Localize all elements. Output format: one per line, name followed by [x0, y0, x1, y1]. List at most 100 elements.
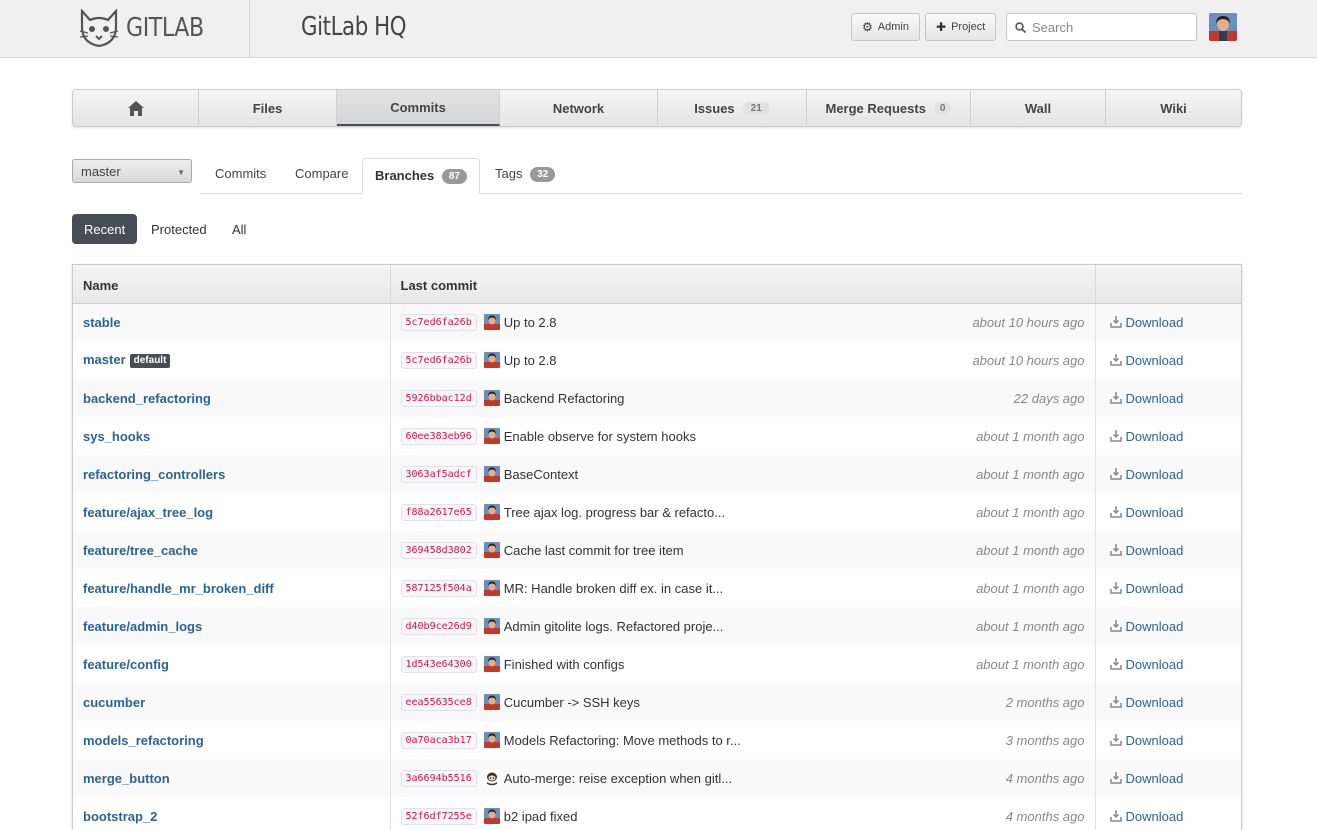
commit-sha-link[interactable]: 369458d3802	[400, 541, 477, 559]
branch-name-link[interactable]: feature/ajax_tree_log	[83, 505, 213, 520]
gitlab-logo[interactable]: GITLAB	[78, 8, 217, 48]
download-link[interactable]: Download	[1109, 353, 1242, 368]
commit-time: about 1 month ago	[976, 428, 1085, 444]
tags-count-badge: 32	[530, 167, 556, 182]
commit-author-avatar	[483, 694, 500, 710]
search-input[interactable]	[1032, 19, 1182, 35]
col-header-actions	[1095, 265, 1241, 304]
branch-name-link[interactable]: feature/handle_mr_broken_diff	[83, 581, 274, 596]
commit-sha-link[interactable]: 5926bbac12d	[400, 389, 477, 407]
tab-commits[interactable]: Commits	[337, 90, 500, 126]
download-link[interactable]: Download	[1109, 390, 1242, 406]
tab-network-label: Network	[552, 100, 605, 116]
commit-time: about 10 hours ago	[972, 352, 1085, 368]
commit-sha-link[interactable]: 587125f504a	[400, 579, 477, 597]
filter-recent[interactable]: Recent	[72, 214, 138, 244]
commit-sha-link[interactable]: eea55635ce8	[400, 693, 477, 711]
commit-message[interactable]: Finished with configs	[504, 657, 976, 672]
download-link[interactable]: Download	[1109, 581, 1242, 596]
table-row: sys_hooks 60ee383eb96 Enable observe for s…	[73, 417, 1241, 455]
commit-message[interactable]: b2 ipad fixed	[504, 809, 1006, 824]
download-label: Download	[1125, 314, 1184, 330]
commit-sha-link[interactable]: 52f6df7255e	[400, 807, 477, 825]
commit-sha-link[interactable]: 3a6694b5516	[400, 769, 477, 787]
commit-message[interactable]: Enable observe for system hooks	[504, 429, 976, 444]
download-link[interactable]: Download	[1109, 429, 1242, 444]
commit-sha-link[interactable]: f88a2617e65	[400, 503, 477, 521]
branch-name-link[interactable]: feature/config	[83, 657, 169, 672]
tab-network[interactable]: Network	[500, 90, 658, 126]
tab-files[interactable]: Files	[199, 90, 337, 126]
commit-message[interactable]: Up to 2.8	[504, 315, 973, 330]
tab-merge-requests[interactable]: Merge Requests 0	[807, 90, 971, 126]
commit-message[interactable]: Models Refactoring: Move methods to r...	[504, 733, 1006, 748]
last-commit-cell: eea55635ce8 Cucumber -> SSH keys 2 months …	[390, 683, 1096, 721]
last-commit-cell: 3063af5adcf BaseContext about 1 month ago	[390, 455, 1096, 493]
branch-name-link[interactable]: sys_hooks	[83, 429, 150, 444]
download-link[interactable]: Download	[1109, 733, 1242, 748]
project-title[interactable]: GitLab HQ	[301, 12, 407, 42]
commit-message[interactable]: Cache last commit for tree item	[504, 543, 976, 558]
subtab-compare[interactable]: Compare	[295, 166, 348, 181]
filter-all[interactable]: All	[220, 214, 258, 244]
branch-name-link[interactable]: feature/admin_logs	[83, 619, 202, 634]
download-label: Download	[1125, 618, 1184, 634]
commit-author-avatar	[483, 428, 500, 444]
commit-sha-link[interactable]: d40b9ce26d9	[400, 617, 477, 635]
subtab-commits[interactable]: Commits	[215, 166, 266, 181]
download-link[interactable]: Download	[1109, 809, 1242, 824]
download-icon	[1109, 658, 1122, 670]
download-link[interactable]: Download	[1109, 314, 1242, 330]
branches-table: Name Last commit stable 5c7ed6fa26b Up to …	[72, 264, 1242, 830]
commit-sha-link[interactable]: 5c7ed6fa26b	[400, 313, 477, 331]
download-link[interactable]: Download	[1109, 695, 1242, 710]
commit-sha-link[interactable]: 1d543e64300	[400, 655, 477, 673]
tab-issues[interactable]: Issues 21	[658, 90, 807, 126]
new-project-button[interactable]: ✚ Project	[925, 13, 997, 41]
actions-cell: Download	[1095, 797, 1241, 830]
user-avatar[interactable]	[1209, 13, 1237, 41]
commit-sha-link[interactable]: 60ee383eb96	[400, 427, 477, 445]
branch-name-link[interactable]: refactoring_controllers	[83, 467, 225, 482]
download-label: Download	[1125, 390, 1184, 406]
download-link[interactable]: Download	[1109, 771, 1242, 786]
branch-name-link[interactable]: master	[83, 352, 126, 367]
tab-home[interactable]	[73, 90, 199, 126]
commit-message[interactable]: MR: Handle broken diff ex. in case it...	[504, 581, 976, 596]
commit-message[interactable]: Auto-merge: reise exception when gitl...	[504, 771, 1006, 786]
download-link[interactable]: Download	[1109, 543, 1242, 558]
tab-wall[interactable]: Wall	[971, 90, 1106, 126]
commit-sha-link[interactable]: 5c7ed6fa26b	[400, 351, 477, 369]
download-link[interactable]: Download	[1109, 467, 1242, 482]
commit-message[interactable]: BaseContext	[504, 467, 976, 482]
branch-name-link[interactable]: cucumber	[83, 695, 145, 710]
tab-wiki[interactable]: Wiki	[1106, 90, 1241, 126]
commit-sha-link[interactable]: 3063af5adcf	[400, 465, 477, 483]
commit-time: about 1 month ago	[976, 580, 1085, 596]
branch-name-cell: feature/ajax_tree_log	[73, 493, 391, 531]
download-link[interactable]: Download	[1109, 505, 1242, 520]
commit-message[interactable]: Tree ajax log. progress bar & refacto...	[504, 505, 976, 520]
download-link[interactable]: Download	[1109, 657, 1242, 672]
download-icon	[1109, 734, 1122, 746]
commit-message[interactable]: Admin gitolite logs. Refactored proje...	[504, 619, 976, 634]
commit-message[interactable]: Backend Refactoring	[504, 391, 1014, 406]
branch-name-link[interactable]: backend_refactoring	[83, 391, 211, 406]
download-link[interactable]: Download	[1109, 618, 1242, 634]
admin-button[interactable]: ⚙ Admin	[851, 13, 920, 41]
branch-name-link[interactable]: feature/tree_cache	[83, 543, 198, 558]
branch-name-link[interactable]: merge_button	[83, 771, 170, 786]
branch-name-link[interactable]: stable	[83, 315, 121, 330]
branch-name-link[interactable]: models_refactoring	[83, 733, 204, 748]
commit-sha-link[interactable]: 0a70aca3b17	[400, 731, 477, 749]
branch-select[interactable]: master ▼	[72, 159, 192, 183]
subtab-tags[interactable]: Tags 32	[495, 166, 556, 183]
commit-message[interactable]: Up to 2.8	[504, 353, 973, 368]
subtabs-divider	[200, 193, 1242, 194]
search-box[interactable]	[1006, 13, 1197, 41]
subtab-branches[interactable]: Branches 87	[362, 158, 480, 194]
filter-protected[interactable]: Protected	[139, 214, 219, 244]
commit-message[interactable]: Cucumber -> SSH keys	[504, 695, 1006, 710]
branch-name-cell: feature/config	[73, 645, 391, 683]
branch-name-link[interactable]: bootstrap_2	[83, 809, 157, 824]
